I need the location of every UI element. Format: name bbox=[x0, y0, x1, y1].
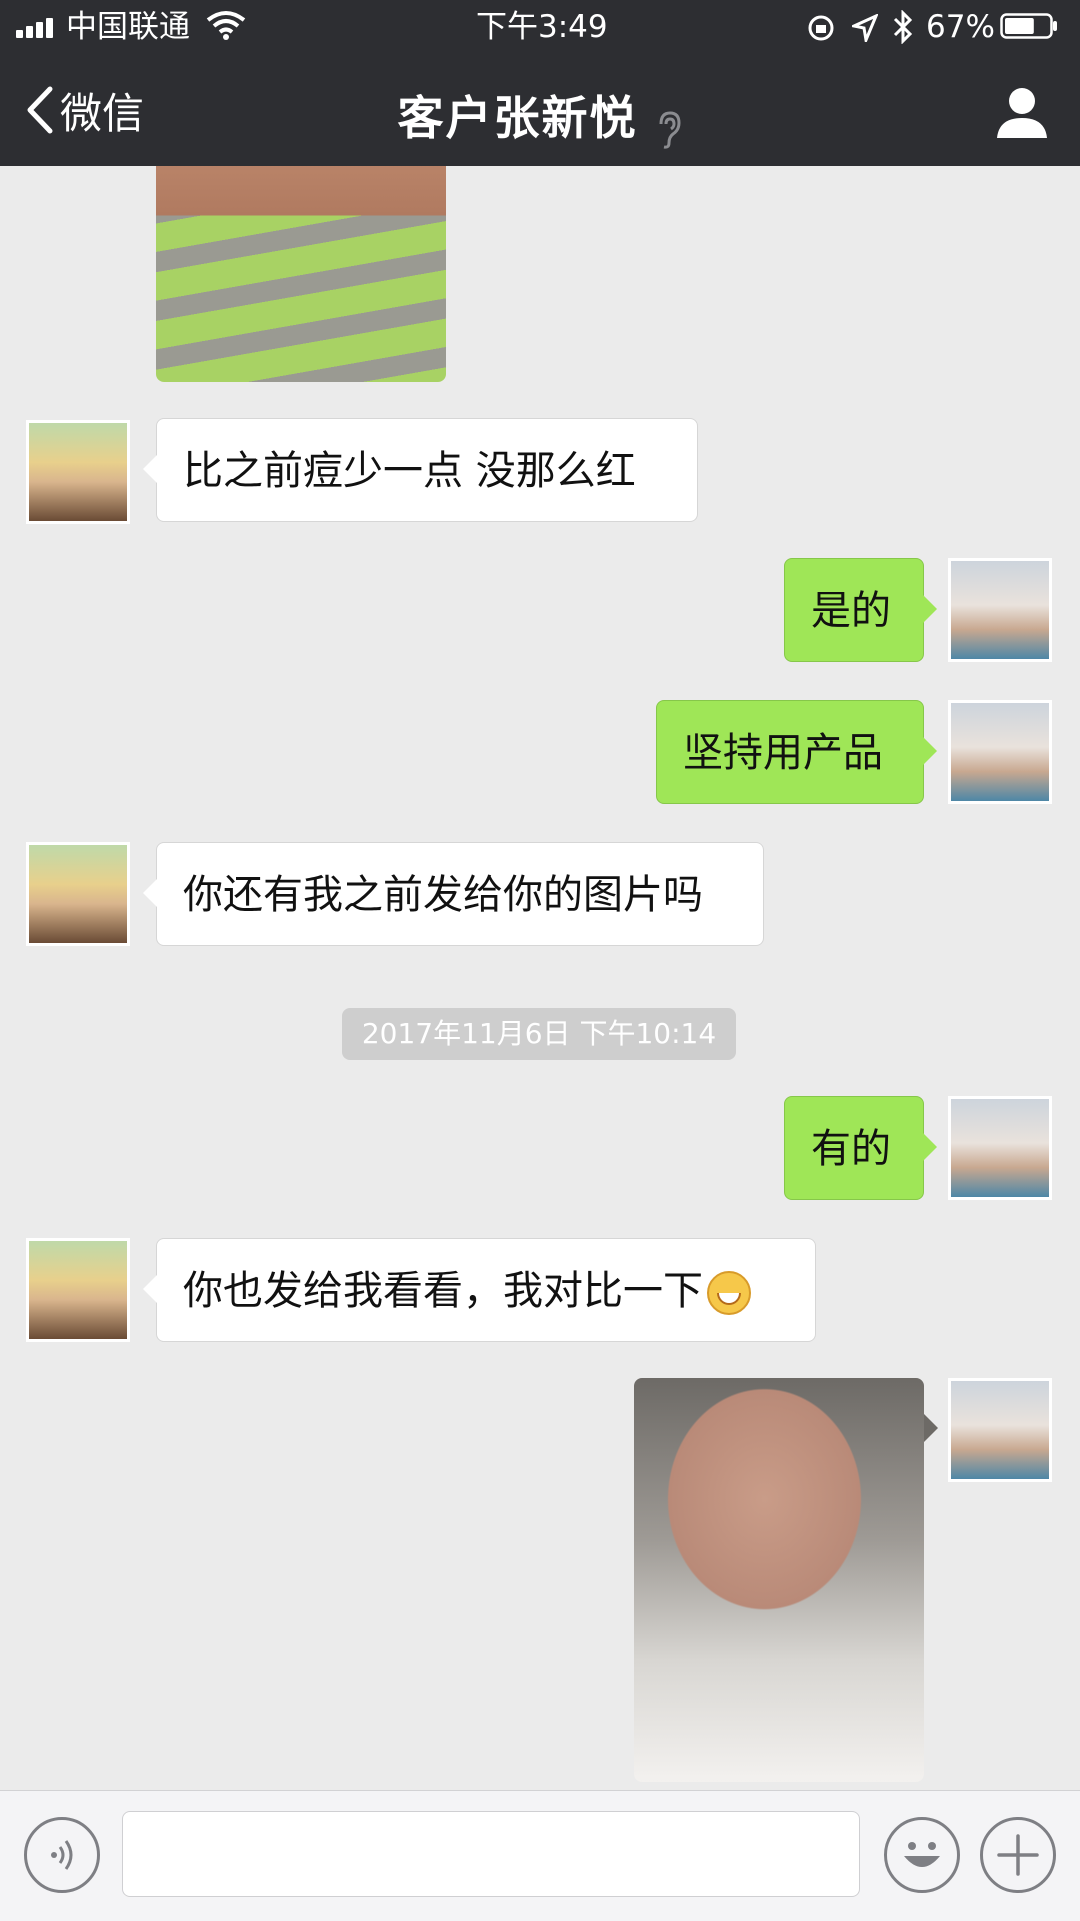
wifi-icon bbox=[206, 11, 246, 40]
outgoing-text-message[interactable]: 坚持用产品 bbox=[656, 700, 937, 804]
incoming-text-message[interactable]: 你还有我之前发给你的图片吗 bbox=[143, 842, 764, 946]
message-text: 你也发给我看看，我对比一下 bbox=[183, 1268, 703, 1314]
plus-icon bbox=[997, 1834, 1039, 1876]
cellular-signal-icon bbox=[16, 16, 60, 38]
status-bar: 中国联通 下午3:49 67% bbox=[0, 0, 1080, 54]
bluetooth-icon bbox=[893, 10, 913, 44]
message-text: 你还有我之前发给你的图片吗 bbox=[183, 872, 703, 918]
incoming-text-message[interactable]: 比之前痘少一点 没那么红 bbox=[143, 418, 698, 522]
voice-icon bbox=[51, 1840, 73, 1870]
location-arrow-icon bbox=[852, 14, 878, 42]
outgoing-text-message[interactable]: 是的 bbox=[784, 558, 937, 662]
plus-button[interactable] bbox=[980, 1817, 1056, 1893]
outgoing-photo-message[interactable] bbox=[634, 1378, 924, 1782]
customer-avatar[interactable] bbox=[26, 1238, 130, 1342]
my-avatar[interactable] bbox=[948, 1378, 1052, 1482]
voice-button[interactable] bbox=[24, 1817, 100, 1893]
message-input[interactable] bbox=[122, 1811, 860, 1897]
chat-area[interactable]: 比之前痘少一点 没那么红 是的 坚持用产品 你还有我之前发给你的图片吗 2017… bbox=[0, 166, 1080, 1790]
emoji-button[interactable] bbox=[884, 1817, 960, 1893]
battery-icon bbox=[1000, 13, 1057, 39]
customer-avatar[interactable] bbox=[26, 420, 130, 524]
ear-icon bbox=[659, 110, 681, 149]
incoming-text-message[interactable]: 你也发给我看看，我对比一下 bbox=[143, 1238, 816, 1342]
person-icon[interactable] bbox=[994, 84, 1050, 140]
input-bar bbox=[0, 1790, 1080, 1921]
battery-percent: 67% bbox=[926, 9, 995, 45]
message-text: 是的 bbox=[811, 588, 891, 634]
outgoing-text-message[interactable]: 有的 bbox=[784, 1096, 937, 1200]
message-text: 坚持用产品 bbox=[683, 730, 883, 776]
incoming-photo-message[interactable] bbox=[156, 166, 446, 382]
top-bar: 中国联通 下午3:49 67% 微信 客户张新悦 bbox=[0, 0, 1080, 166]
customer-avatar[interactable] bbox=[26, 842, 130, 946]
my-avatar[interactable] bbox=[948, 700, 1052, 804]
grinning-face-icon bbox=[707, 1271, 751, 1315]
chat-title: 客户张新悦 bbox=[397, 91, 638, 145]
timestamp-divider: 2017年11月6日 下午10:14 bbox=[342, 1008, 736, 1060]
emoji-icon bbox=[904, 1842, 940, 1867]
my-avatar[interactable] bbox=[948, 1096, 1052, 1200]
nav-bar: 微信 客户张新悦 bbox=[0, 54, 1080, 166]
message-text: 比之前痘少一点 没那么红 bbox=[183, 448, 636, 494]
message-text: 有的 bbox=[811, 1126, 891, 1172]
status-time: 下午3:49 bbox=[476, 9, 608, 45]
rotation-lock-icon bbox=[808, 15, 834, 41]
my-avatar[interactable] bbox=[948, 558, 1052, 662]
carrier-label: 中国联通 bbox=[66, 9, 190, 45]
